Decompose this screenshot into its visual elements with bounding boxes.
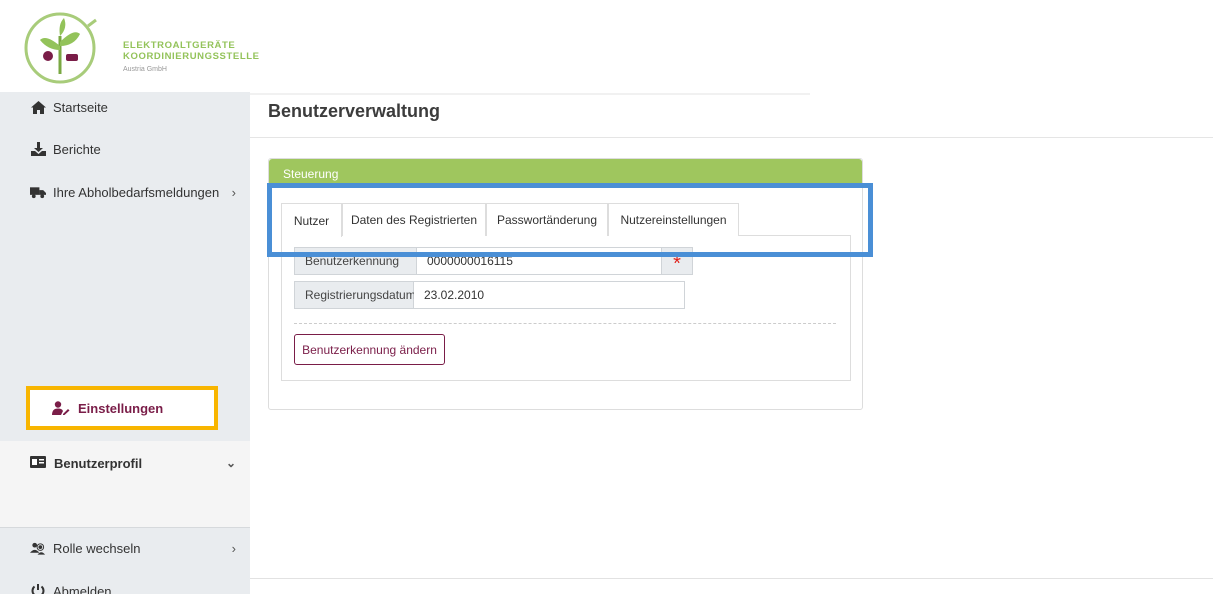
logo-emblem-icon [24, 12, 97, 84]
form-divider [294, 323, 836, 324]
sidebar-item-einstellungen[interactable]: Einstellungen [26, 386, 218, 430]
sidebar-item-abholbedarfsmeldungen[interactable]: Ihre Abholbedarfsmeldungen › [0, 177, 250, 207]
id-card-icon [30, 456, 46, 470]
header-divider [250, 93, 810, 95]
sidebar-item-label: Ihre Abholbedarfsmeldungen [53, 184, 220, 200]
sidebar-item-abmelden[interactable]: Abmelden [0, 576, 250, 594]
tab-content-nutzer: Benutzerkennung 0000000016115 * Registri… [281, 236, 851, 381]
truck-icon [30, 185, 46, 199]
registrierungsdatum-label: Registrierungsdatum [294, 281, 416, 309]
users-icon [30, 541, 46, 555]
brand-name: ELEKTROALTGERÄTE KOORDINIERUNGSSTELLE [123, 40, 260, 62]
registrierungsdatum-field[interactable]: 23.02.2010 [414, 281, 685, 309]
panel-header: Steuerung [269, 159, 862, 185]
change-user-id-button[interactable]: Benutzerkennung ändern [294, 334, 445, 365]
brand-line2: KOORDINIERUNGSSTELLE [123, 51, 260, 62]
app-page: ELEKTROALTGERÄTE KOORDINIERUNGSSTELLE Au… [0, 0, 1213, 594]
sidebar-divider [0, 527, 250, 528]
title-divider [250, 137, 1213, 138]
sidebar-item-label: Benutzerprofil [54, 455, 143, 471]
sidebar-item-berichte[interactable]: Berichte [0, 134, 250, 164]
sidebar-item-label: Rolle wechseln [53, 540, 141, 556]
tabs-highlight-box [267, 183, 873, 257]
brand-line1: ELEKTROALTGERÄTE [123, 40, 236, 51]
sidebar-item-label: Berichte [53, 141, 101, 157]
sidebar-item-label: Einstellungen [78, 400, 164, 416]
sidebar-item-label: Abmelden [53, 583, 112, 594]
sidebar-item-rolle-wechseln[interactable]: Rolle wechseln › [0, 533, 250, 563]
sidebar-item-benutzerprofil[interactable]: Benutzerprofil ⌄ [0, 441, 250, 485]
sidebar-item-startseite[interactable]: Startseite [0, 92, 250, 122]
power-icon [30, 584, 46, 594]
chevron-right-icon: › [231, 540, 236, 556]
sidebar: Startseite Berichte Ihre Abholbedarfsmel… [0, 92, 250, 594]
page-title: Benutzerverwaltung [268, 101, 441, 121]
user-edit-icon [52, 401, 70, 415]
chevron-right-icon: › [231, 184, 236, 200]
home-icon [30, 100, 46, 114]
brand-subline: Austria GmbH [123, 66, 167, 73]
footer-divider [250, 578, 1213, 579]
download-box-icon [30, 142, 46, 156]
profile-section: Benutzerprofil ⌄ [0, 441, 250, 527]
logo[interactable]: ELEKTROALTGERÄTE KOORDINIERUNGSSTELLE Au… [18, 6, 268, 90]
header: ELEKTROALTGERÄTE KOORDINIERUNGSSTELLE Au… [0, 0, 1213, 92]
registrierungsdatum-row: Registrierungsdatum 23.02.2010 [294, 281, 685, 309]
sidebar-item-label: Startseite [53, 99, 108, 115]
chevron-down-icon: ⌄ [225, 456, 236, 470]
